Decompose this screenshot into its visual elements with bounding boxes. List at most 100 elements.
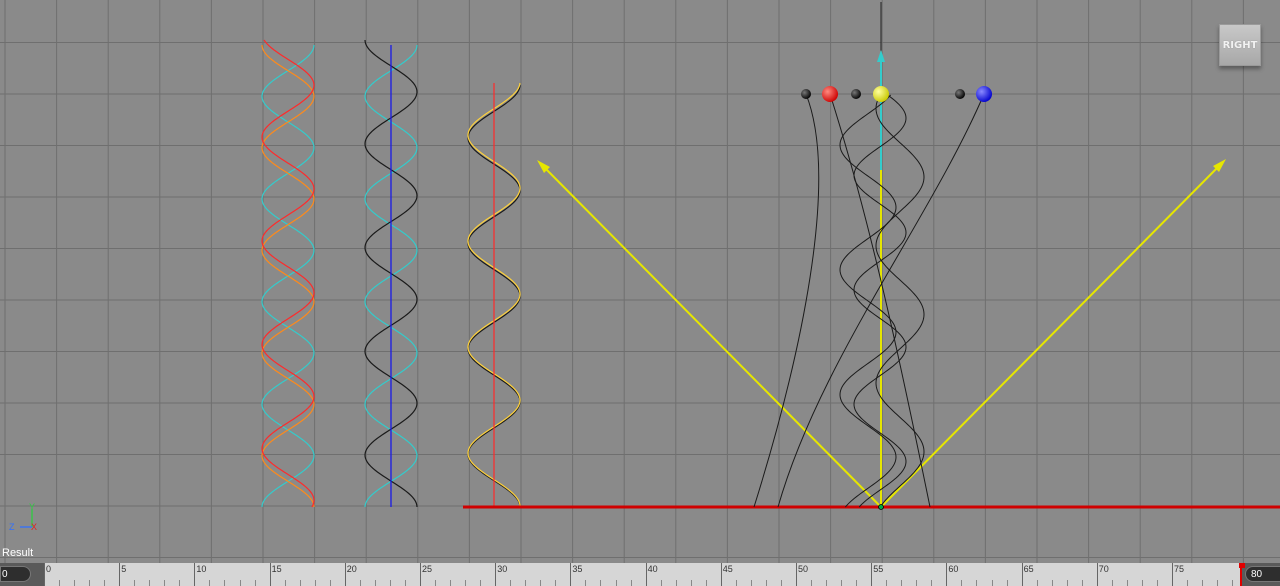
timeline-minor-tick — [660, 580, 662, 586]
timeline-minor-tick — [284, 580, 286, 586]
time-ruler[interactable]: 0 5 10 15 20 25 30 35 40 45 50 55 60 65 70 75 — [44, 563, 1245, 586]
timeline-tick-label: 40 — [647, 564, 658, 574]
timeline-tick-label: 60 — [948, 564, 959, 574]
timeline-minor-tick — [675, 580, 677, 586]
timeline-tick-label: 65 — [1023, 564, 1034, 574]
timeline-minor-tick — [916, 580, 918, 586]
sphere-yellow[interactable] — [873, 86, 889, 102]
sphere-black[interactable] — [851, 89, 861, 99]
timeline-minor-tick — [811, 580, 813, 586]
timeline-minor-tick — [826, 580, 828, 586]
timeline-bar[interactable]: 0 0 5 10 15 20 25 30 35 40 45 50 55 60 65 70 75 80 — [0, 563, 1280, 586]
timeline-minor-tick — [856, 580, 858, 586]
timeline-playhead-handle[interactable] — [1239, 563, 1245, 568]
timeline-minor-tick — [886, 580, 888, 586]
timeline-minor-tick — [374, 580, 376, 586]
timeline-major-tick — [1172, 563, 1173, 586]
timeline-major-tick — [645, 563, 647, 586]
timeline-minor-tick — [525, 580, 527, 586]
timeline-minor-tick — [585, 580, 587, 586]
timeline-minor-tick — [359, 580, 361, 586]
timeline-tick-label: 55 — [873, 564, 884, 574]
result-label: Result — [2, 547, 34, 559]
gizmo-x-label: X — [31, 522, 37, 532]
timeline-major-tick — [570, 563, 572, 586]
sphere-red[interactable] — [822, 86, 838, 102]
timeline-minor-tick — [1187, 580, 1189, 586]
sphere-black[interactable] — [955, 89, 965, 99]
timeline-minor-tick — [435, 580, 437, 586]
timeline-minor-tick — [224, 580, 226, 586]
gizmo-y-label: Y — [29, 502, 35, 512]
timeline-minor-tick — [59, 580, 61, 586]
timeline-minor-tick — [465, 580, 467, 586]
timeline-major-tick — [344, 563, 346, 586]
time-start-field[interactable]: 0 — [0, 566, 31, 582]
scene-canvas[interactable]: Y Z X — [0, 0, 1280, 563]
timeline-major-tick — [1096, 563, 1098, 586]
timeline-tick-label: 70 — [1098, 564, 1109, 574]
timeline-tick-label: 30 — [497, 564, 508, 574]
timeline-minor-tick — [1111, 580, 1113, 586]
timeline-minor-tick — [615, 580, 617, 586]
timeline-minor-tick — [314, 580, 316, 586]
timeline-minor-tick — [931, 580, 933, 586]
timeline-minor-tick — [404, 580, 406, 586]
wave-orange-1 — [261, 44, 315, 508]
sphere-black[interactable] — [801, 89, 811, 99]
timeline-minor-tick — [74, 580, 76, 586]
timeline-minor-tick — [1141, 580, 1143, 586]
timeline-tick-label: 5 — [121, 564, 127, 574]
timeline-tick-label: 35 — [572, 564, 583, 574]
timeline-minor-tick — [179, 580, 181, 586]
view-cube-right[interactable]: RIGHT — [1219, 24, 1261, 66]
timeline-minor-tick — [1202, 580, 1204, 586]
timeline-major-tick — [1021, 563, 1023, 586]
timeline-major-tick — [269, 563, 271, 586]
timeline-minor-tick — [209, 580, 211, 586]
timeline-tick-label: 0 — [46, 564, 52, 574]
timeline-minor-tick — [991, 580, 993, 586]
timeline-minor-tick — [1051, 580, 1053, 586]
sphere-blue[interactable] — [976, 86, 992, 102]
timeline-minor-tick — [239, 580, 241, 586]
view-cube-label: RIGHT — [1222, 39, 1258, 51]
timeline-minor-tick — [510, 580, 512, 586]
timeline-major-tick — [495, 563, 497, 586]
viewport-grid — [0, 0, 1280, 563]
timeline-tick-label: 75 — [1174, 564, 1185, 574]
timeline-minor-tick — [480, 580, 482, 586]
time-end-field[interactable]: 80 — [1245, 566, 1280, 582]
timeline-minor-tick — [254, 580, 256, 586]
timeline-minor-tick — [1006, 580, 1008, 586]
timeline-major-tick — [796, 563, 797, 586]
origin-marker — [878, 504, 884, 510]
timeline-minor-tick — [735, 580, 737, 586]
timeline-minor-tick — [690, 580, 692, 586]
timeline-major-tick — [720, 563, 722, 586]
timeline-minor-tick — [450, 580, 452, 586]
timeline-minor-tick — [961, 580, 963, 586]
vertical-axis-cyan-head — [877, 50, 885, 62]
timeline-minor-tick — [705, 580, 707, 586]
timeline-minor-tick — [1081, 580, 1083, 586]
timeline-minor-tick — [780, 580, 782, 586]
timeline-minor-tick — [750, 580, 752, 586]
timeline-minor-tick — [1126, 580, 1128, 586]
timeline-minor-tick — [901, 580, 903, 586]
timeline-minor-tick — [329, 580, 331, 586]
timeline-minor-tick — [976, 580, 978, 586]
timeline-minor-tick — [89, 580, 91, 586]
timeline-minor-tick — [1217, 580, 1219, 586]
timeline-major-tick — [946, 563, 948, 586]
arrow-right-diagonal — [880, 162, 1223, 508]
arrow-left-diagonal — [540, 163, 882, 508]
timeline-minor-tick — [540, 580, 542, 586]
timeline-tick-label: 15 — [271, 564, 282, 574]
timeline-tick-label: 20 — [346, 564, 357, 574]
timeline-minor-tick — [1156, 580, 1158, 586]
timeline-minor-tick — [600, 580, 602, 586]
timeline-major-tick — [871, 563, 873, 586]
timeline-tick-label: 45 — [722, 564, 733, 574]
3d-viewport[interactable]: Y Z X RIGHT Result — [0, 0, 1280, 563]
